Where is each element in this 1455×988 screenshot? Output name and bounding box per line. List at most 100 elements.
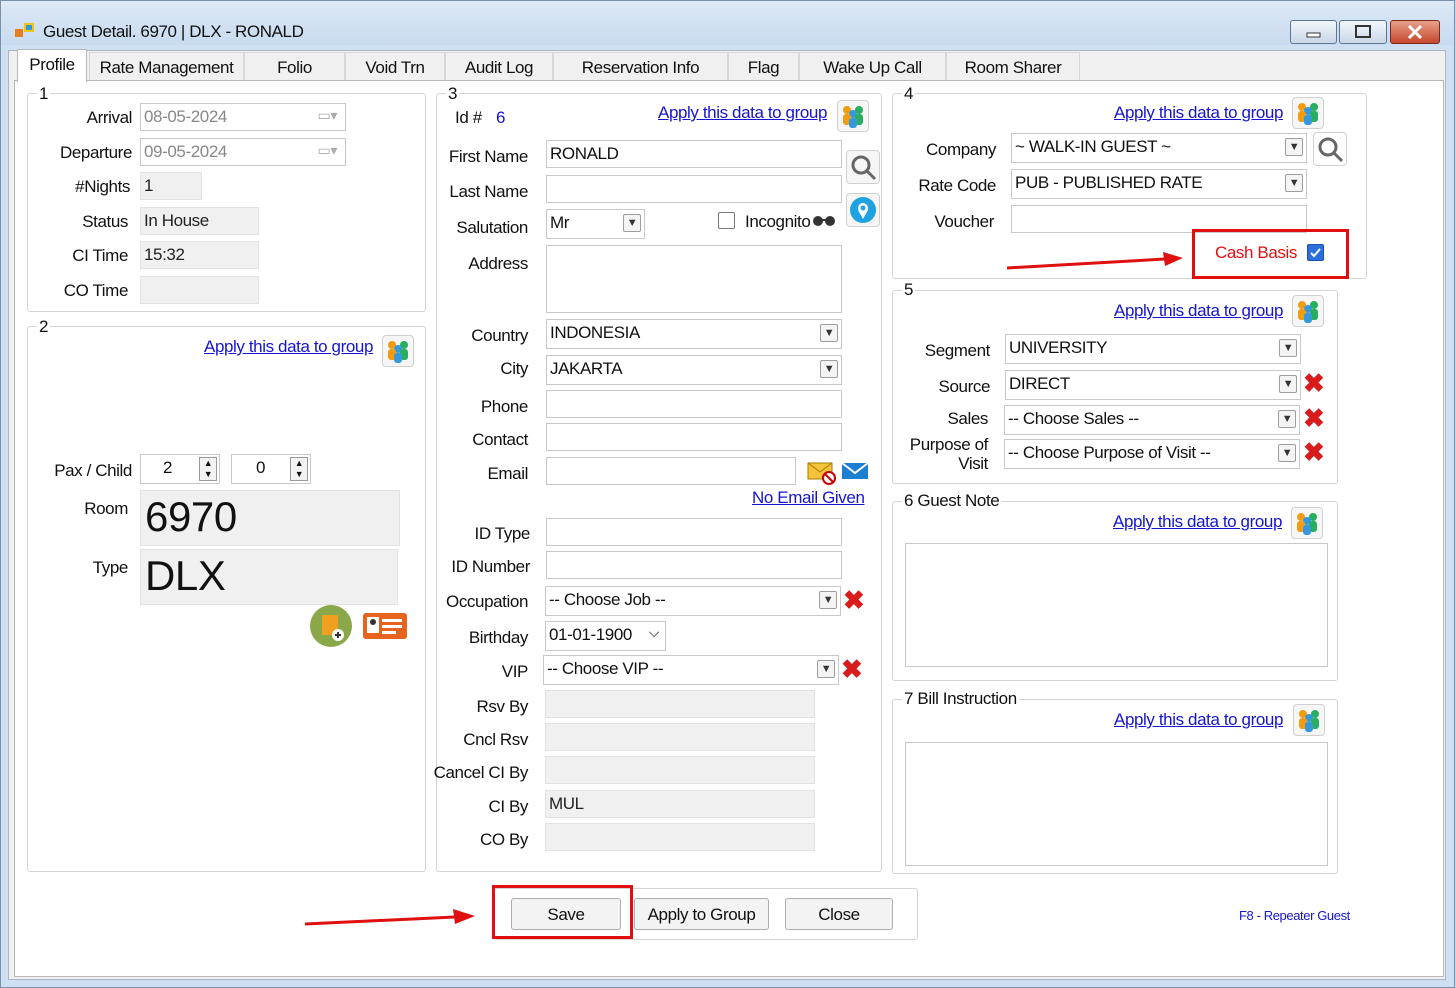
arrival-date-picker[interactable]: 08-05-2024 ▭▾ (140, 103, 346, 131)
email-label: Email (487, 464, 528, 483)
purpose-of-visit-select[interactable]: -- Choose Purpose of Visit -- ▼ (1004, 439, 1300, 469)
nights-field: 1 (140, 172, 202, 200)
title-bar: Guest Detail. 6970 | DLX - RONALD (1, 1, 1454, 45)
incognito-checkbox[interactable] (718, 212, 735, 229)
sales-label: Sales (947, 409, 988, 428)
bill-instruction-textarea[interactable] (905, 742, 1328, 866)
clear-vip-icon[interactable]: ✖ (841, 656, 863, 682)
search-guest-button[interactable] (846, 150, 880, 184)
apply-group-link-4[interactable]: Apply this data to group (1114, 103, 1283, 123)
salutation-select[interactable]: Mr ▼ (546, 209, 645, 239)
cash-basis-checkbox[interactable] (1307, 244, 1324, 261)
search-company-button[interactable] (1313, 132, 1347, 166)
email-input[interactable] (546, 457, 796, 485)
tab-folio[interactable]: Folio (244, 52, 345, 80)
group-people-icon[interactable] (1291, 507, 1323, 539)
city-select[interactable]: JAKARTA ▼ (546, 355, 842, 385)
send-email-icon[interactable] (840, 459, 870, 483)
id-type-label: ID Type (474, 524, 531, 543)
save-button[interactable]: Save (511, 898, 621, 930)
pax-stepper[interactable]: 2 ▲ ▼ (140, 454, 220, 484)
departure-label: Departure (60, 143, 132, 162)
tab-wake-up-call[interactable]: Wake Up Call (799, 52, 946, 80)
apply-group-link-2[interactable]: Apply this data to group (204, 337, 373, 357)
co-by-label: CO By (479, 830, 528, 849)
child-stepper[interactable]: 0 ▲ ▼ (231, 454, 311, 484)
group-3-number: 3 (446, 84, 460, 104)
purpose-value: -- Choose Purpose of Visit -- (1008, 443, 1211, 462)
apply-group-link-5[interactable]: Apply this data to group (1114, 301, 1283, 321)
clear-occupation-icon[interactable]: ✖ (843, 587, 865, 613)
rate-code-select[interactable]: PUB - PUBLISHED RATE ▼ (1011, 169, 1307, 199)
first-name-input[interactable]: RONALD (546, 140, 842, 168)
id-number-input[interactable] (546, 551, 842, 579)
cancel-ci-by-label: Cancel CI By (433, 763, 529, 782)
apply-group-link-7[interactable]: Apply this data to group (1114, 710, 1283, 730)
room-number-field: 6970 (140, 490, 400, 546)
calendar-icon: ▭▾ (317, 107, 338, 123)
clear-sales-icon[interactable]: ✖ (1303, 405, 1325, 431)
ci-time-field: 15:32 (140, 241, 259, 269)
salutation-value: Mr (550, 213, 570, 232)
tab-rate-management[interactable]: Rate Management (89, 52, 244, 80)
group-people-icon[interactable] (1292, 295, 1324, 327)
tab-reservation-info[interactable]: Reservation Info (553, 52, 728, 80)
vip-select[interactable]: -- Choose VIP -- ▼ (543, 655, 839, 685)
close-button[interactable]: Close (785, 898, 893, 930)
departure-date-picker[interactable]: 09-05-2024 ▭▾ (140, 138, 346, 166)
location-pin-icon (850, 197, 876, 223)
segment-select[interactable]: UNIVERSITY ▼ (1005, 334, 1301, 364)
co-by-field (545, 823, 815, 851)
maximize-icon (1355, 25, 1371, 38)
close-window-button[interactable] (1390, 20, 1440, 44)
address-textarea[interactable] (546, 245, 842, 313)
email-block-icon[interactable] (806, 459, 836, 485)
tab-void-trn[interactable]: Void Trn (345, 52, 445, 80)
guest-note-textarea[interactable] (905, 543, 1328, 667)
apply-to-group-button[interactable]: Apply to Group (634, 898, 769, 930)
group-people-icon[interactable] (382, 335, 414, 367)
calendar-icon: ▭▾ (317, 142, 338, 158)
id-number-label: ID Number (451, 557, 530, 576)
last-name-input[interactable] (546, 175, 842, 203)
maximize-button[interactable] (1339, 20, 1387, 44)
spinner-arrows-icon[interactable]: ▲ ▼ (199, 457, 217, 481)
tab-room-sharer[interactable]: Room Sharer (946, 52, 1080, 80)
group-people-icon[interactable] (1292, 97, 1324, 129)
country-select[interactable]: INDONESIA ▼ (546, 319, 842, 349)
add-document-icon[interactable] (308, 605, 356, 647)
no-email-given-link[interactable]: No Email Given (752, 488, 865, 508)
tab-profile[interactable]: Profile (17, 49, 87, 82)
group-people-icon[interactable] (1293, 704, 1325, 736)
sales-select[interactable]: -- Choose Sales -- ▼ (1004, 405, 1300, 435)
birthday-picker[interactable]: 01-01-1900 ⌵ (545, 621, 666, 651)
chevron-down-icon: ▼ (1285, 174, 1303, 192)
id-type-input[interactable] (546, 518, 842, 546)
occupation-select[interactable]: -- Choose Job -- ▼ (545, 586, 841, 616)
minimize-button[interactable] (1290, 20, 1337, 44)
source-select[interactable]: DIRECT ▼ (1005, 370, 1301, 400)
address-label: Address (468, 254, 528, 273)
tab-flag[interactable]: Flag (728, 52, 799, 80)
clear-source-icon[interactable]: ✖ (1303, 370, 1325, 396)
chevron-down-icon: ▼ (623, 214, 641, 232)
company-value: ~ WALK-IN GUEST ~ (1015, 137, 1171, 156)
group-people-icon[interactable] (837, 100, 869, 132)
nights-label: #Nights (75, 177, 130, 196)
id-card-icon[interactable] (362, 612, 408, 640)
location-button[interactable] (846, 193, 880, 227)
app-icon (15, 23, 34, 37)
chevron-down-icon: ▼ (819, 591, 837, 609)
phone-input[interactable] (546, 390, 842, 418)
apply-group-link-3[interactable]: Apply this data to group (658, 103, 827, 123)
cncl-rsv-field (545, 723, 815, 751)
clear-purpose-icon[interactable]: ✖ (1303, 439, 1325, 465)
spinner-arrows-icon[interactable]: ▲ ▼ (290, 457, 308, 481)
contact-input[interactable] (546, 423, 842, 451)
apply-group-link-6[interactable]: Apply this data to group (1113, 512, 1282, 532)
city-value: JAKARTA (550, 359, 623, 378)
source-label: Source (938, 377, 991, 396)
company-select[interactable]: ~ WALK-IN GUEST ~ ▼ (1011, 133, 1307, 163)
type-label: Type (92, 558, 129, 577)
tab-audit-log[interactable]: Audit Log (445, 52, 553, 80)
